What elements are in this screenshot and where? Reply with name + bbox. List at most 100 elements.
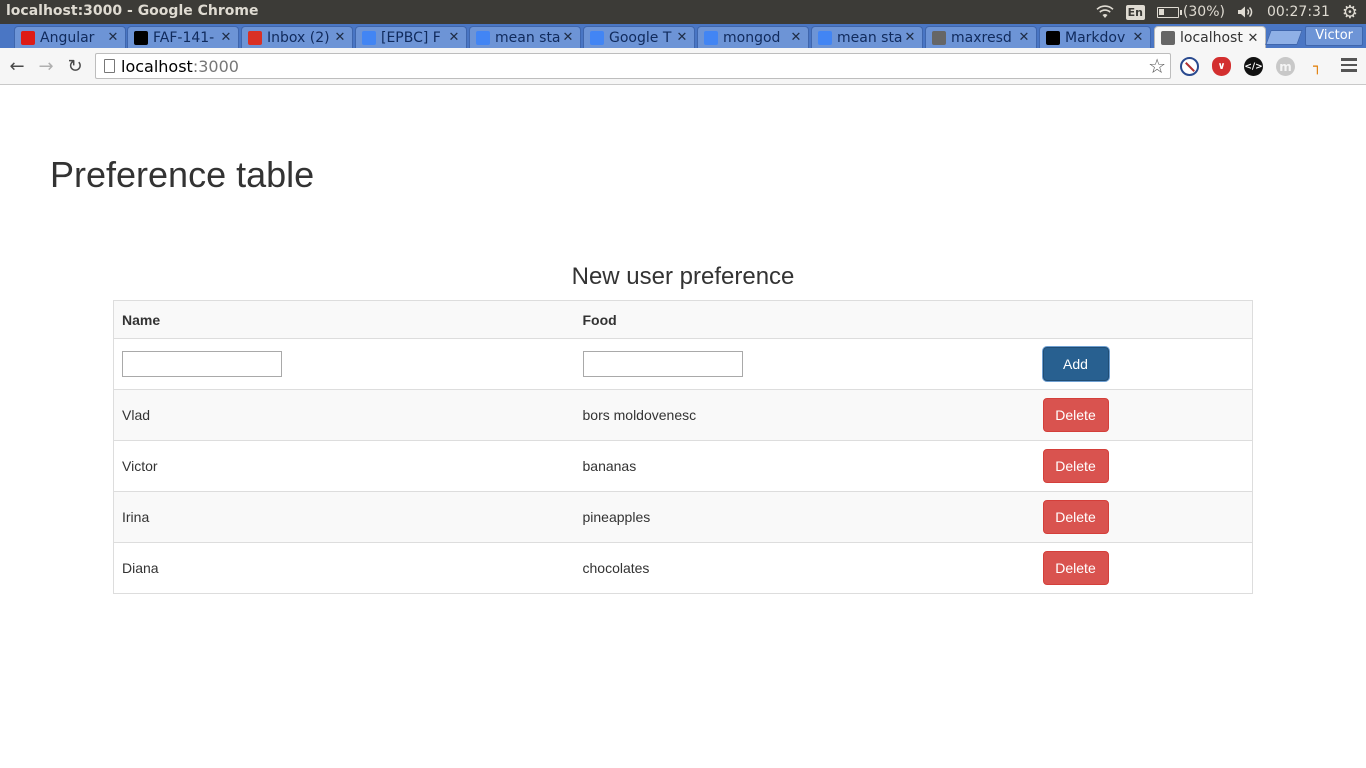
google-icon (818, 30, 832, 45)
row-name-cell: Vlad (113, 389, 575, 441)
browser-tab-label: Angular (40, 29, 95, 46)
browser-tab-label: maxresd (951, 29, 1012, 46)
column-header-name: Name (113, 300, 575, 339)
browser-tab-label: [EPBC] F (381, 29, 441, 46)
github-icon (134, 30, 148, 45)
row-food-cell: bananas (574, 440, 1035, 492)
battery-indicator[interactable]: (30%) (1156, 4, 1225, 20)
browser-tab[interactable]: Markdov ✕ (1039, 26, 1151, 48)
code-extension-icon[interactable]: </> (1244, 57, 1263, 76)
browser-tab[interactable]: Angular ✕ (14, 26, 126, 48)
page-title: Preference table (50, 154, 315, 195)
wifi-icon[interactable] (1096, 5, 1114, 19)
table-caption: New user preference (571, 263, 795, 290)
browser-tab[interactable]: [EPBC] F ✕ (355, 26, 467, 48)
volume-icon[interactable] (1237, 5, 1255, 19)
browser-tab[interactable]: mean sta ✕ (811, 26, 923, 48)
adblock-extension-icon[interactable] (1180, 57, 1199, 76)
angular-icon (21, 30, 35, 45)
table-row: Victor bananas Delete (113, 440, 1253, 492)
close-tab-icon[interactable]: ✕ (903, 30, 917, 45)
row-actions-cell: Delete (1034, 491, 1253, 543)
close-tab-icon[interactable]: ✕ (106, 30, 120, 45)
delete-button[interactable]: Delete (1042, 449, 1109, 483)
row-food-cell: bors moldovenesc (574, 389, 1035, 441)
close-tab-icon[interactable]: ✕ (561, 30, 575, 45)
shield-extension-icon[interactable]: ∨ (1212, 57, 1231, 76)
row-food-cell: pineapples (574, 491, 1035, 543)
tools-extension-icon[interactable]: ┐ (1308, 57, 1327, 76)
google-icon (704, 30, 718, 45)
back-arrow-icon[interactable]: ← (6, 55, 28, 77)
preference-table: Name Food Add Vlad bors moldovenesc Delete… (113, 300, 1253, 594)
browser-tab-label: Markdov (1065, 29, 1126, 46)
browser-tab[interactable]: FAF-141- ✕ (127, 26, 239, 48)
url-text[interactable]: localhost:3000 (121, 57, 239, 76)
close-tab-icon[interactable]: ✕ (675, 30, 689, 45)
column-header-food: Food (574, 300, 1035, 339)
bookmark-star-icon[interactable]: ☆ (1148, 54, 1166, 78)
column-header-actions (1034, 300, 1253, 339)
browser-tab[interactable]: Inbox (2) ✕ (241, 26, 353, 48)
browser-tab-label: Google T (609, 29, 672, 46)
close-tab-icon[interactable]: ✕ (789, 30, 803, 45)
row-food-cell: chocolates (574, 542, 1035, 594)
browser-tabstrip: Angular ✕ FAF-141- ✕ Inbox (2) ✕ [EPBC] F ✕ mean… (0, 24, 1366, 49)
chrome-menu-icon[interactable] (1341, 58, 1357, 75)
settings-gear-icon[interactable]: ⚙ (1342, 2, 1358, 23)
close-tab-icon[interactable]: ✕ (1246, 31, 1260, 46)
system-tray: En (30%) 00:27:31 ⚙ (1096, 0, 1366, 24)
url-host: localhost (121, 57, 193, 76)
new-tab-button[interactable] (1265, 30, 1303, 45)
page-icon (1161, 31, 1175, 45)
row-actions-cell: Delete (1034, 440, 1253, 492)
close-tab-icon[interactable]: ✕ (1017, 30, 1031, 45)
food-input[interactable] (582, 351, 743, 377)
browser-tab[interactable]: Google T ✕ (583, 26, 695, 48)
table-header-row: Name Food (113, 300, 1253, 339)
row-name-cell: Irina (113, 491, 575, 543)
browser-tab-label: Inbox (2) (267, 29, 330, 46)
delete-button[interactable]: Delete (1042, 398, 1109, 432)
row-name-cell: Diana (113, 542, 575, 594)
github-icon (1046, 30, 1060, 45)
page-icon (104, 59, 115, 73)
delete-button[interactable]: Delete (1042, 551, 1109, 585)
close-tab-icon[interactable]: ✕ (333, 30, 347, 45)
browser-tab[interactable]: mean sta ✕ (469, 26, 581, 48)
delete-button[interactable]: Delete (1042, 500, 1109, 534)
new-preference-row: Add (113, 338, 1253, 390)
table-row: Diana chocolates Delete (113, 542, 1253, 594)
clock[interactable]: 00:27:31 (1267, 4, 1330, 20)
add-button[interactable]: Add (1042, 347, 1109, 381)
browser-tab-label: mongod (723, 29, 781, 46)
table-row: Vlad bors moldovenesc Delete (113, 389, 1253, 441)
close-tab-icon[interactable]: ✕ (1131, 30, 1145, 45)
language-label: En (1125, 4, 1145, 20)
name-input[interactable] (122, 351, 282, 377)
close-tab-icon[interactable]: ✕ (219, 30, 233, 45)
docs-icon (362, 30, 376, 45)
browser-tab[interactable]: maxresd ✕ (925, 26, 1037, 48)
row-name-cell: Victor (113, 440, 575, 492)
google-icon (476, 30, 490, 45)
browser-tab-label: localhost (1180, 30, 1243, 46)
m-extension-icon[interactable]: m (1276, 57, 1295, 76)
keyboard-layout-indicator[interactable]: En (1125, 4, 1145, 20)
address-bar[interactable]: localhost:3000 ☆ (95, 53, 1171, 79)
window-title: localhost:3000 - Google Chrome (6, 3, 259, 19)
browser-tab-label: FAF-141- (153, 29, 215, 46)
close-tab-icon[interactable]: ✕ (447, 30, 461, 45)
forward-arrow-icon[interactable]: → (35, 55, 57, 77)
profile-button[interactable]: Victor (1305, 26, 1363, 46)
browser-toolbar: ← → ↻ localhost:3000 ☆ ∨ </> m ┐ (0, 48, 1366, 85)
os-top-panel: localhost:3000 - Google Chrome En (30%) … (0, 0, 1366, 24)
row-actions-cell: Delete (1034, 542, 1253, 594)
browser-tab[interactable]: localhost ✕ (1154, 26, 1266, 49)
battery-percent: (30%) (1182, 4, 1225, 20)
page-content: Preference table New user preference Nam… (0, 86, 1366, 768)
browser-tab-label: mean sta (495, 29, 561, 46)
browser-tab[interactable]: mongod ✕ (697, 26, 809, 48)
reload-icon[interactable]: ↻ (64, 55, 86, 77)
row-actions-cell: Delete (1034, 389, 1253, 441)
